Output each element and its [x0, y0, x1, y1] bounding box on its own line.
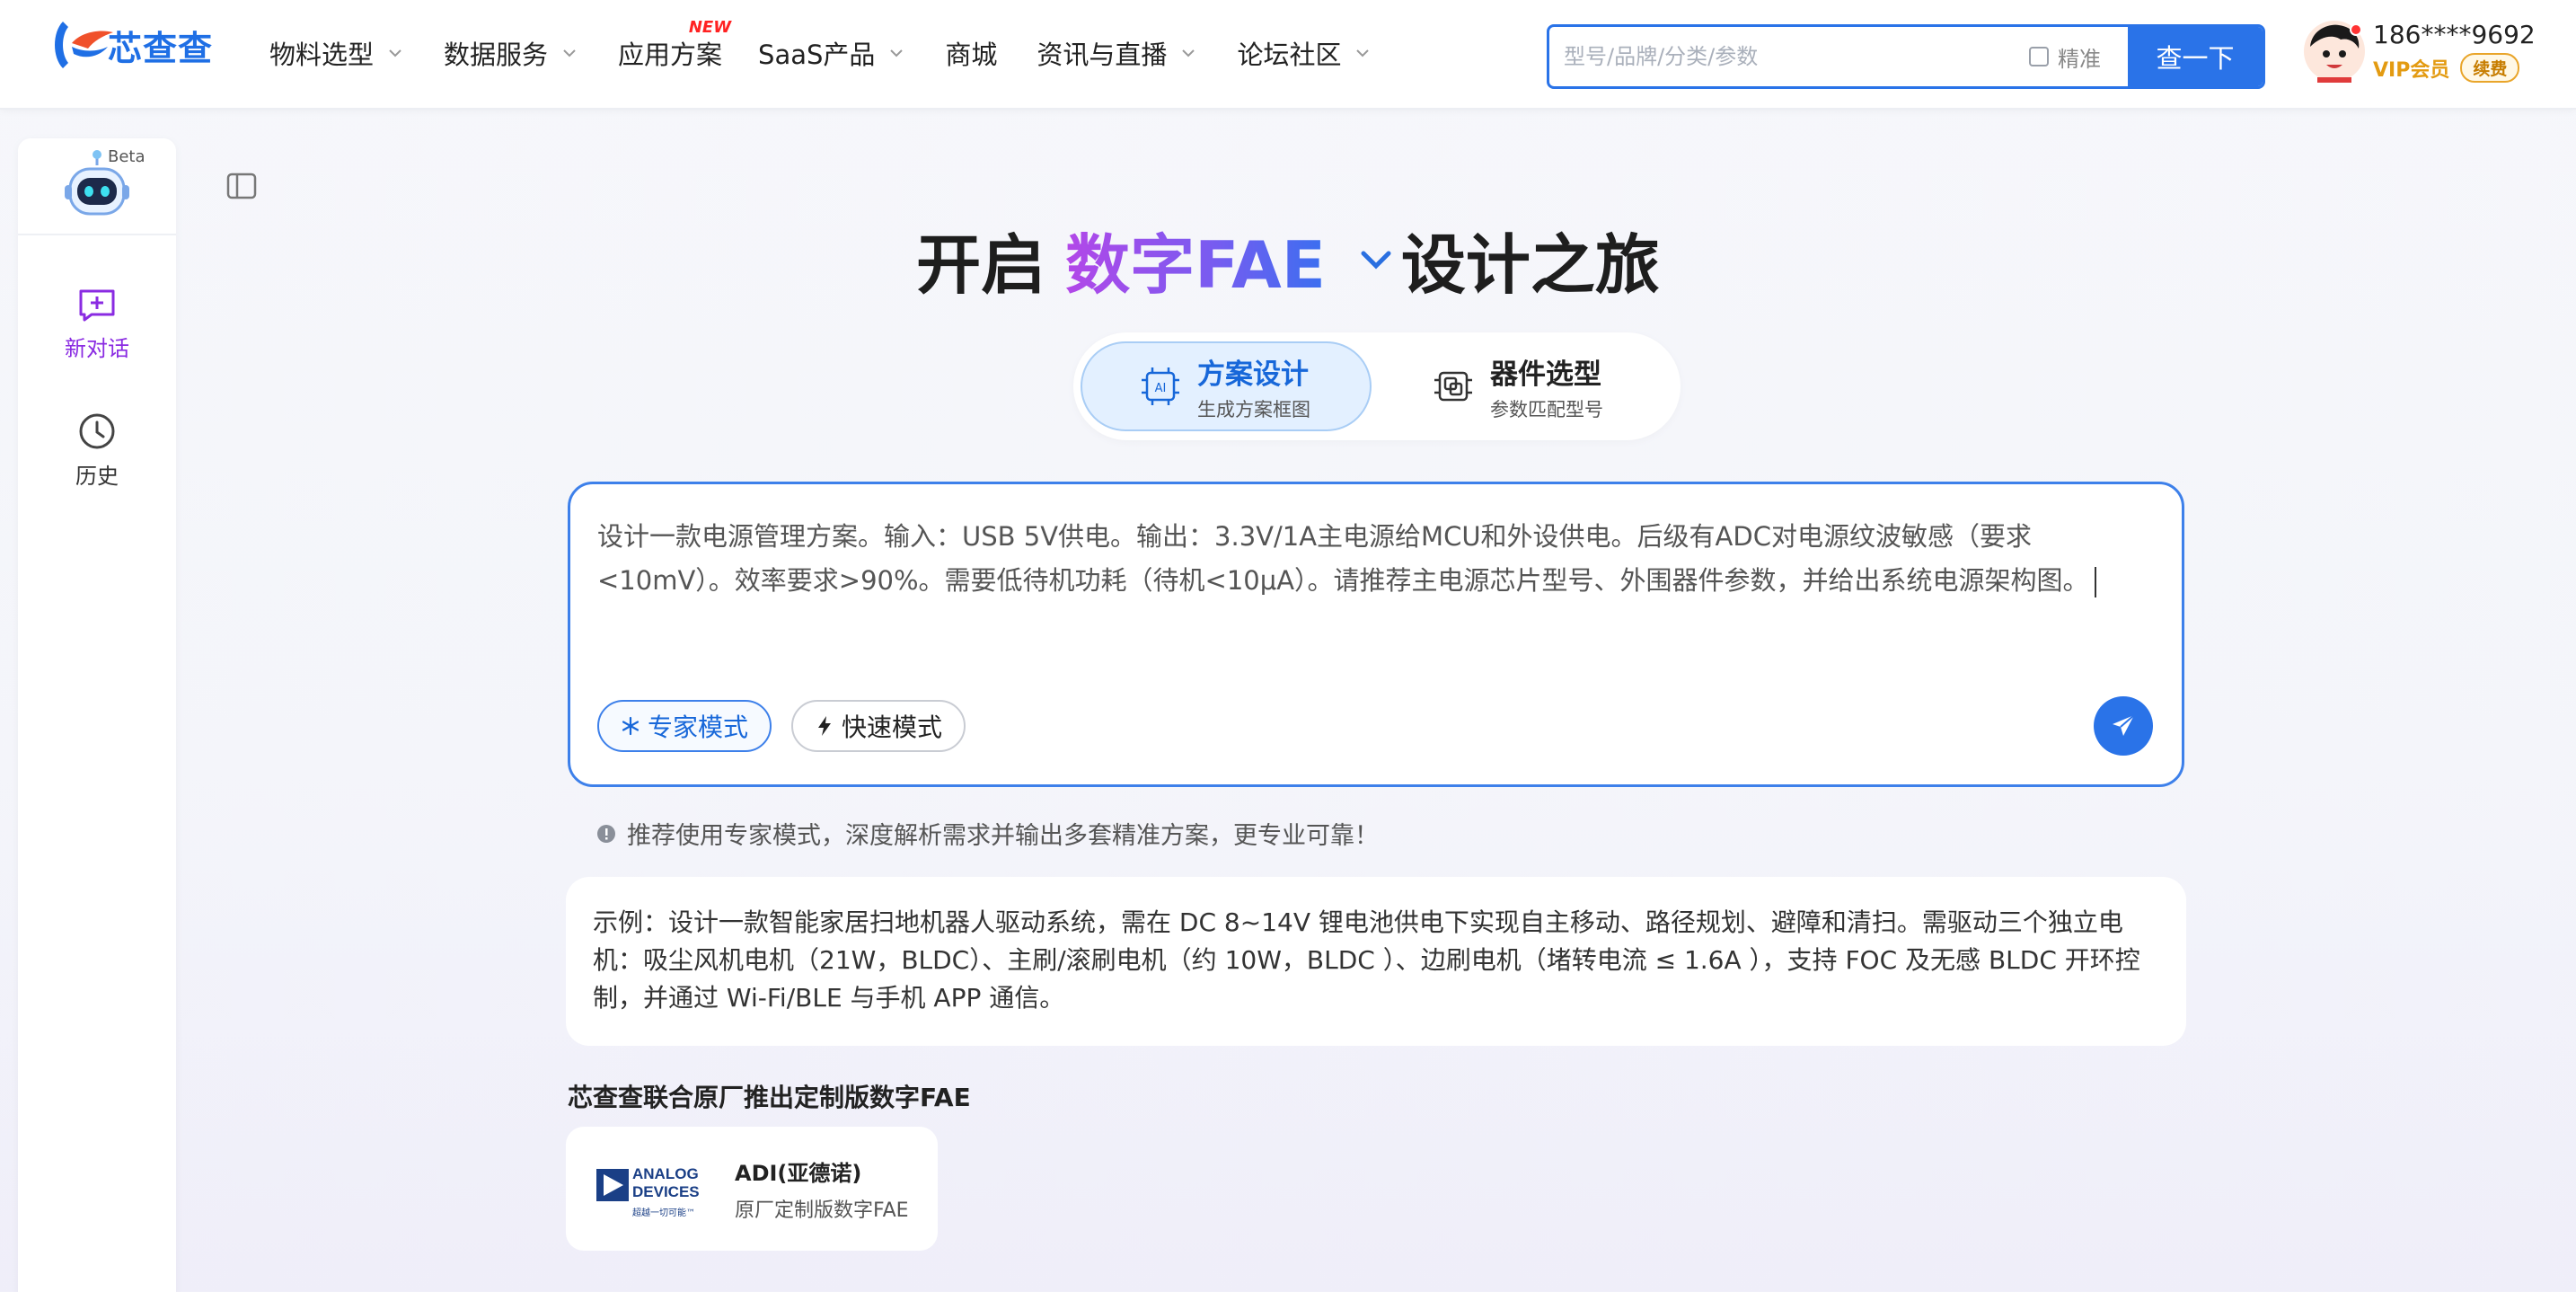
title-highlight: 数字FAE — [1065, 227, 1326, 303]
nav-item-saas-products[interactable]: SaaS产品 — [758, 34, 905, 72]
new-badge: NEW — [688, 18, 732, 37]
nav-item-label: 论坛社区 — [1237, 40, 1342, 70]
nav-item-application-solutions[interactable]: 应用方案 NEW — [618, 18, 731, 72]
tab-text: 器件选型 参数匹配型号 — [1490, 351, 1603, 422]
sidebar-item-label: 新对话 — [65, 336, 129, 361]
chevron-down-icon — [1182, 49, 1195, 58]
chevron-down-icon — [389, 49, 401, 58]
adi-logo-mark — [596, 1169, 629, 1201]
title-suffix: 设计之旅 — [1400, 227, 1660, 303]
top-navigation-bar: 芯查查 物料选型 数据服务 应用方案 NEW SaaS产品 商城 资讯与直播 论… — [0, 0, 2576, 110]
chevron-down-icon — [1356, 49, 1370, 58]
example-prompt-card[interactable]: 示例：设计一款智能家居扫地机器人驱动系统，需在 DC 8~14V 锂电池供电下实… — [566, 877, 2186, 1046]
nav-item-label: SaaS产品 — [758, 40, 876, 70]
tab-component-selection[interactable]: 器件选型 参数匹配型号 — [1433, 341, 1675, 431]
vendor-card-adi[interactable]: ANALOG DEVICES 超越一切可能™ ADI(亚德诺) 原厂定制版数字F… — [566, 1127, 938, 1251]
nav-item-label: 资讯与直播 — [1037, 40, 1168, 70]
brand-name: 芯查查 — [108, 28, 214, 68]
tab-subtitle: 参数匹配型号 — [1490, 398, 1603, 420]
page-title: 开启 数字FAE 设计之旅 — [0, 212, 2576, 306]
nav-item-material-selection[interactable]: 物料选型 — [269, 34, 404, 72]
snowflake-icon — [622, 716, 640, 736]
tab-text: 方案设计 生成方案框图 — [1197, 351, 1310, 422]
tip-text: 推荐使用专家模式，深度解析需求并输出多套精准方案，更专业可靠！ — [627, 822, 1379, 850]
nav-item-label: 商城 — [945, 40, 998, 70]
nav-item-news-live[interactable]: 资讯与直播 — [1037, 34, 1197, 72]
send-button[interactable] — [2094, 696, 2153, 756]
fast-mode-button[interactable]: 快速模式 — [791, 700, 966, 752]
renew-button[interactable]: 续费 — [2460, 53, 2520, 83]
adi-logo-tagline: 超越一切可能™ — [632, 1208, 695, 1218]
text-caret — [2094, 567, 2096, 597]
vendor-info: ADI(亚德诺) 原厂定制版数字FAE — [735, 1155, 909, 1223]
chevron-down-icon — [890, 49, 904, 58]
nav-item-data-services[interactable]: 数据服务 — [444, 34, 578, 72]
chevron-down-icon[interactable] — [1358, 246, 1394, 273]
chevron-down-icon — [563, 49, 576, 58]
tab-scheme-design[interactable]: AI 方案设计 生成方案框图 — [1081, 341, 1372, 431]
user-profile[interactable]: 186****9692 VIP会员 续费 — [2303, 20, 2536, 83]
expert-mode-tip: 推荐使用专家模式，深度解析需求并输出多套精准方案，更专业可靠！ — [596, 816, 1379, 851]
prompt-text: 设计一款电源管理方案。输入：USB 5V供电。输出：3.3V/1A主电源给MCU… — [597, 521, 2089, 596]
left-sidebar: Beta 新对话 历史 — [18, 138, 176, 1292]
main-nav: 物料选型 数据服务 应用方案 NEW SaaS产品 商城 资讯与直播 论坛社区 — [269, 18, 1411, 72]
ai-chip-icon: AI — [1142, 367, 1179, 405]
avatar[interactable] — [2303, 20, 2366, 83]
brand-logo[interactable]: 芯查查 — [45, 16, 234, 74]
prompt-input-box[interactable]: 设计一款电源管理方案。输入：USB 5V供电。输出：3.3V/1A主电源给MCU… — [568, 482, 2184, 787]
vip-row: VIP会员 续费 — [2373, 53, 2536, 83]
user-info: 186****9692 VIP会员 续费 — [2373, 20, 2536, 83]
nav-item-mall[interactable]: 商城 — [945, 34, 997, 72]
expert-mode-label: 专家模式 — [648, 712, 749, 742]
tab-title: 方案设计 — [1197, 358, 1309, 391]
nav-item-label: 物料选型 — [269, 40, 375, 70]
tab-subtitle: 生成方案框图 — [1197, 398, 1310, 420]
svg-text:AI: AI — [1155, 382, 1167, 395]
vendor-name: ADI(亚德诺) — [735, 1160, 862, 1186]
expert-mode-button[interactable]: 专家模式 — [597, 700, 772, 752]
nav-item-forum[interactable]: 论坛社区 — [1237, 34, 1372, 72]
fast-mode-label: 快速模式 — [842, 712, 943, 742]
notification-dot — [2350, 23, 2362, 36]
chip-icon — [1434, 371, 1472, 402]
precise-match-checkbox[interactable]: 精准 — [2029, 27, 2101, 86]
paper-plane-icon — [2113, 714, 2135, 736]
search-bar: 精准 查一下 — [1547, 24, 2265, 89]
nav-item-label: 应用方案 — [618, 40, 723, 70]
user-phone: 186****9692 — [2373, 20, 2536, 49]
vendors-section-title: 芯查查联合原厂推出定制版数字FAE — [568, 1083, 971, 1112]
clock-icon — [79, 413, 115, 449]
vip-label: VIP会员 — [2373, 58, 2450, 82]
mode-switch: AI 方案设计 生成方案框图 器件选型 参数匹配型号 — [1073, 332, 1681, 440]
search-button[interactable]: 查一下 — [2128, 27, 2263, 86]
sidebar-toggle-icon[interactable] — [226, 173, 257, 199]
nav-item-label: 数据服务 — [444, 40, 549, 70]
sidebar-item-history[interactable]: 历史 — [18, 411, 176, 490]
title-prefix: 开启 — [916, 227, 1046, 303]
prompt-textarea[interactable]: 设计一款电源管理方案。输入：USB 5V供电。输出：3.3V/1A主电源给MCU… — [597, 515, 2124, 603]
beta-badge: Beta — [108, 147, 146, 166]
adi-logo-text: ANALOG DEVICES — [632, 1165, 700, 1200]
sidebar-item-label: 历史 — [75, 464, 119, 489]
precise-label: 精准 — [2058, 46, 2101, 72]
tab-title: 器件选型 — [1490, 358, 1601, 391]
lightning-icon — [818, 716, 831, 736]
vendor-desc: 原厂定制版数字FAE — [735, 1199, 909, 1222]
adi-logo: ANALOG DEVICES 超越一切可能™ — [596, 1162, 719, 1218]
checkbox-box[interactable] — [2029, 47, 2049, 66]
fae-selector[interactable]: 数字FAE — [1065, 212, 1326, 306]
search-input[interactable] — [1549, 27, 2029, 86]
brand-logo-icon — [55, 22, 113, 68]
info-icon — [597, 824, 615, 843]
